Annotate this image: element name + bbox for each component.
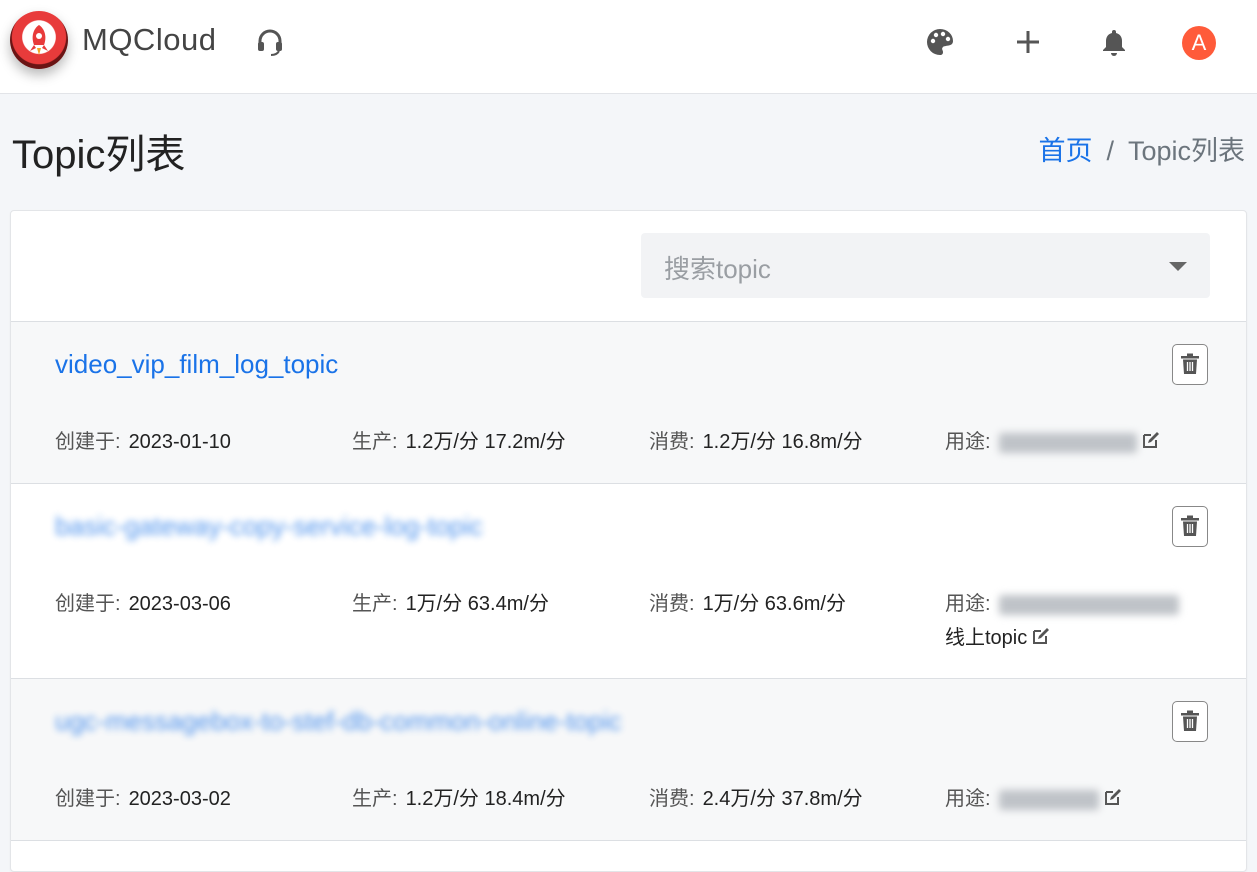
brand-name[interactable]: MQCloud — [82, 22, 216, 58]
topic-list-card: 搜索topic video_vip_film_log_topic 创建于: 202… — [10, 210, 1247, 872]
topic-list: video_vip_film_log_topic 创建于: 2023-01-10 … — [11, 321, 1246, 861]
user-avatar[interactable]: A — [1182, 26, 1216, 60]
chevron-down-icon[interactable] — [1169, 262, 1187, 271]
topic-row: ugc-messagebox-to-stef-db-common-online-… — [11, 678, 1246, 840]
trash-icon — [1181, 515, 1199, 536]
consume-rate: 消费: 1万/分 63.6m/分 — [649, 593, 846, 615]
usage-line-2: 线上topic — [945, 621, 1051, 652]
topic-name-link[interactable]: ugc-messagebox-to-stef-db-common-online-… — [55, 706, 621, 737]
consume-rate: 消费: 1.2万/分 16.8m/分 — [649, 431, 863, 453]
delete-button[interactable] — [1172, 506, 1208, 547]
edit-icon[interactable] — [1141, 430, 1161, 456]
usage-field: 用途: — [945, 425, 1161, 456]
headset-icon[interactable] — [255, 27, 285, 57]
produce-rate: 生产: 1.2万/分 17.2m/分 — [352, 431, 566, 453]
topic-row — [11, 840, 1246, 861]
topic-name-link[interactable]: video_vip_film_log_topic — [55, 349, 338, 380]
palette-icon[interactable] — [925, 27, 955, 57]
usage-redacted — [998, 789, 1099, 810]
page-title: Topic列表 — [12, 133, 186, 177]
trash-icon — [1181, 710, 1199, 731]
bell-icon[interactable] — [1099, 27, 1129, 57]
created-date: 创建于: 2023-03-06 — [55, 593, 231, 615]
logo-icon[interactable] — [10, 11, 68, 69]
created-date: 创建于: 2023-01-10 — [55, 431, 231, 453]
delete-button[interactable] — [1172, 344, 1208, 385]
consume-rate: 消费: 2.4万/分 37.8m/分 — [649, 788, 863, 810]
breadcrumb: 首页 / Topic列表 — [1038, 129, 1245, 168]
topic-row: basic-gateway-copy-service-log-topic 创建于… — [11, 483, 1246, 678]
topic-search-select[interactable]: 搜索topic — [641, 233, 1210, 298]
topic-row: video_vip_film_log_topic 创建于: 2023-01-10 … — [11, 321, 1246, 483]
usage-redacted — [998, 432, 1137, 453]
topic-name-link[interactable]: basic-gateway-copy-service-log-topic — [55, 511, 483, 542]
delete-button[interactable] — [1172, 701, 1208, 742]
created-date: 创建于: 2023-03-02 — [55, 788, 231, 810]
usage-field: 用途: — [945, 587, 1179, 616]
breadcrumb-current: Topic列表 — [1127, 136, 1245, 166]
usage-field: 用途: — [945, 782, 1123, 813]
usage-redacted — [998, 594, 1179, 615]
plus-icon[interactable] — [1013, 27, 1043, 57]
breadcrumb-home-link[interactable]: 首页 — [1038, 136, 1092, 166]
top-navbar: MQCloud A — [0, 0, 1257, 94]
trash-icon — [1181, 353, 1199, 374]
produce-rate: 生产: 1.2万/分 18.4m/分 — [352, 788, 566, 810]
edit-icon[interactable] — [1031, 626, 1051, 652]
produce-rate: 生产: 1万/分 63.4m/分 — [352, 593, 549, 615]
search-placeholder: 搜索topic — [664, 254, 771, 284]
breadcrumb-separator: / — [1106, 136, 1114, 166]
edit-icon[interactable] — [1103, 787, 1123, 813]
